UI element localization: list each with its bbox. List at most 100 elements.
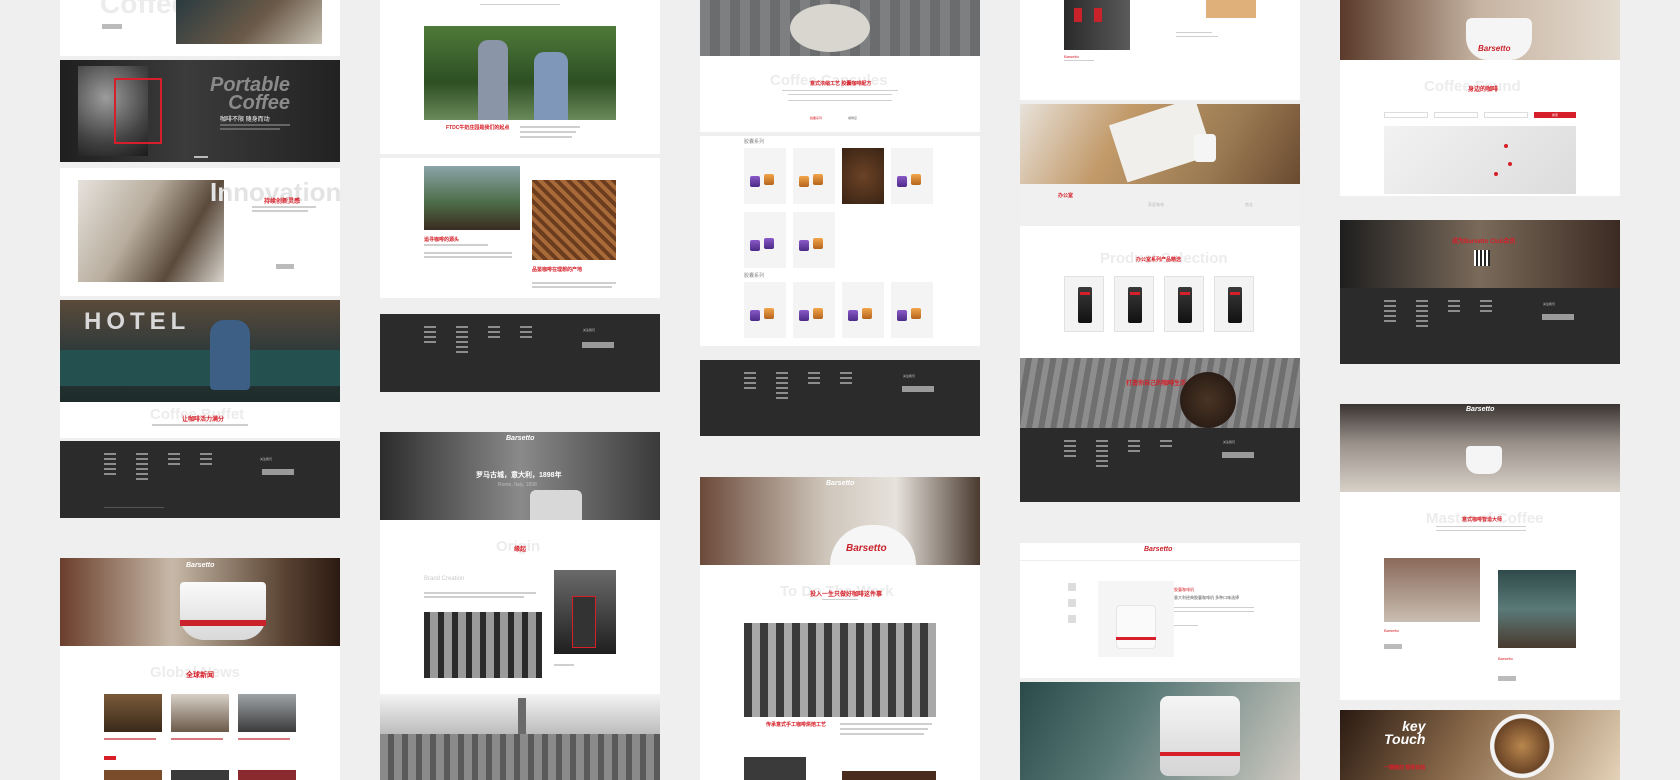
history-banner: Barsetto 罗马古城，意大利，1898年 Rome, Italy, 189… xyxy=(380,432,660,520)
news-thumb-5[interactable] xyxy=(171,770,229,780)
subscribe-button[interactable] xyxy=(262,469,294,475)
history-title: 罗马古城，意大利，1898年 xyxy=(476,472,562,479)
farmers-photo xyxy=(424,26,616,120)
news-thumb-1[interactable] xyxy=(104,694,162,732)
map[interactable] xyxy=(1384,126,1576,194)
capsule-card[interactable] xyxy=(891,148,933,204)
follow-label: 关注我们 xyxy=(903,374,916,378)
news-thumb-6[interactable] xyxy=(238,770,296,780)
club-heading: 成为Barsetto Club会员 xyxy=(1452,239,1516,245)
product-detail: Barsetto 胶囊咖啡机 意大利经典胶囊咖啡机 多种口味选择 xyxy=(1020,543,1300,678)
gallery-thumb[interactable] xyxy=(1068,583,1076,591)
origin-ghost-heading: 缘起 xyxy=(514,547,527,553)
portable-title: Portable Coffee xyxy=(210,74,291,114)
origin-story-section: FTDC牛奶庄园是我们的起点 xyxy=(380,0,660,154)
news-thumb-3[interactable] xyxy=(238,694,296,732)
beans-tab[interactable]: 咖啡豆 xyxy=(848,116,857,120)
capsules-heading: 意式浓缩工艺 胶囊咖啡配方 xyxy=(810,81,872,87)
rooftops xyxy=(380,734,660,780)
news-section: Global News 全球新闻 xyxy=(60,646,340,780)
capsule-card[interactable] xyxy=(744,148,786,204)
cup-photo xyxy=(1466,18,1532,60)
work-heading: 投入一生只做好咖啡这件事 xyxy=(810,592,883,598)
news-heading: 全球新闻 xyxy=(186,672,214,679)
innovation-more-button[interactable] xyxy=(276,264,294,269)
news-thumb-2[interactable] xyxy=(171,694,229,732)
machine-card-2[interactable] xyxy=(1114,276,1154,332)
site-footer: 关注我们 xyxy=(1340,288,1620,364)
machine xyxy=(1160,696,1240,776)
gallery-thumb[interactable] xyxy=(1068,599,1076,607)
product-heading: 办公室系列产品精选 xyxy=(1136,257,1182,263)
historic-photo xyxy=(424,612,542,678)
more-button[interactable] xyxy=(102,24,122,29)
capsules-tab[interactable]: 胶囊系列 xyxy=(810,116,822,120)
photo-strip-1 xyxy=(744,757,806,780)
brand-creation-label: Brand Creation xyxy=(424,576,465,582)
photo-strip-2 xyxy=(842,771,936,780)
portable-subtitle: 咖啡不限 随身而动 xyxy=(220,117,270,123)
follow-label: 关注我们 xyxy=(1543,302,1556,306)
product-selection: Product Selection 办公室系列产品精选 xyxy=(1020,226,1300,358)
province-select[interactable] xyxy=(1384,112,1428,118)
page-preview-4: Barsetto 办公室 家庭咖啡 商业 Product Selection 办… xyxy=(1020,0,1300,780)
portable-coffee-banner: Portable Coffee 咖啡不限 随身而动 xyxy=(60,60,340,162)
subscribe-button[interactable] xyxy=(582,342,614,348)
capsule-card[interactable] xyxy=(891,282,933,338)
home-tab[interactable]: 家庭咖啡 xyxy=(1148,202,1164,208)
cup-banner: Barsetto Barsetto xyxy=(700,477,980,565)
machine-card-4[interactable] xyxy=(1214,276,1254,332)
brand-logo: Barsetto xyxy=(186,562,215,569)
origin-heading: FTDC牛奶庄园是我们的起点 xyxy=(446,125,510,131)
follow-label: 关注我们 xyxy=(260,457,273,461)
search-button[interactable]: 搜索 xyxy=(1534,112,1576,118)
tower xyxy=(518,698,526,738)
buffet-section: Coffee Buffet 让咖啡活力满分 xyxy=(60,402,340,438)
subscribe-button[interactable] xyxy=(1542,314,1574,320)
office-tab[interactable]: 办公室 xyxy=(1058,192,1073,199)
capsule-card[interactable] xyxy=(744,282,786,338)
subscribe-button[interactable] xyxy=(1222,452,1254,458)
detail-text: 意大利经典胶囊咖啡机 多种口味选择 xyxy=(1174,595,1240,600)
machine-card-3[interactable] xyxy=(1164,276,1204,332)
follow-label: 关注我们 xyxy=(1223,440,1236,444)
promo-banner: 打造你自己的咖啡生活 办公室咖啡 xyxy=(1020,358,1300,428)
workers-photo xyxy=(744,623,936,717)
subscribe-button[interactable] xyxy=(902,386,934,392)
city-select[interactable] xyxy=(1434,112,1478,118)
capsule-card[interactable] xyxy=(793,212,835,268)
cup-logo: Barsetto xyxy=(1478,44,1511,53)
product-more-button-1[interactable] xyxy=(1384,644,1402,649)
ghost-heading: Coffee xyxy=(100,0,188,19)
product-grid: 胶囊系列 胶囊系列 xyxy=(700,136,980,346)
capsule-card[interactable] xyxy=(793,282,835,338)
detail-heading: 胶囊咖啡机 xyxy=(1174,587,1194,592)
qr-code xyxy=(1474,250,1490,266)
innovation-heading: 持续创新灵感 xyxy=(264,199,301,205)
shop-label: Barsetto xyxy=(1064,54,1079,59)
news-more-button[interactable] xyxy=(104,756,116,760)
found-heading: 身边的咖啡 xyxy=(1468,87,1499,93)
cup-banner: Barsetto xyxy=(1340,0,1620,60)
capsules-intro: Coffee Capsules 意式浓缩工艺 胶囊咖啡配方 胶囊系列 咖啡豆 xyxy=(700,56,980,132)
capsule-card[interactable] xyxy=(744,212,786,268)
key-touch-heading: 一键触控 极致体验 xyxy=(1384,765,1426,771)
table-photo xyxy=(1498,570,1576,648)
business-tab[interactable]: 商业 xyxy=(1245,202,1253,208)
group-label-2: 胶囊系列 xyxy=(744,273,765,279)
product-caption-2: Barsetto xyxy=(1498,656,1513,661)
news-thumb-4[interactable] xyxy=(104,770,162,780)
carousel-dots[interactable] xyxy=(194,156,208,158)
site-footer: 关注我们 xyxy=(60,441,340,518)
innovation-section: Innovation 持续创新灵感 xyxy=(60,168,340,296)
gallery-thumb[interactable] xyxy=(1068,615,1076,623)
capsule-card[interactable] xyxy=(842,282,884,338)
shelf-photo xyxy=(1064,0,1130,50)
hotel-sign: HOTEL xyxy=(84,308,191,335)
machine-card-1[interactable] xyxy=(1064,276,1104,332)
coffee-bean-card[interactable] xyxy=(842,148,884,204)
capsule-card[interactable] xyxy=(793,148,835,204)
machine-lifestyle-photo xyxy=(1020,682,1300,780)
district-select[interactable] xyxy=(1484,112,1528,118)
product-more-button-2[interactable] xyxy=(1498,676,1516,681)
